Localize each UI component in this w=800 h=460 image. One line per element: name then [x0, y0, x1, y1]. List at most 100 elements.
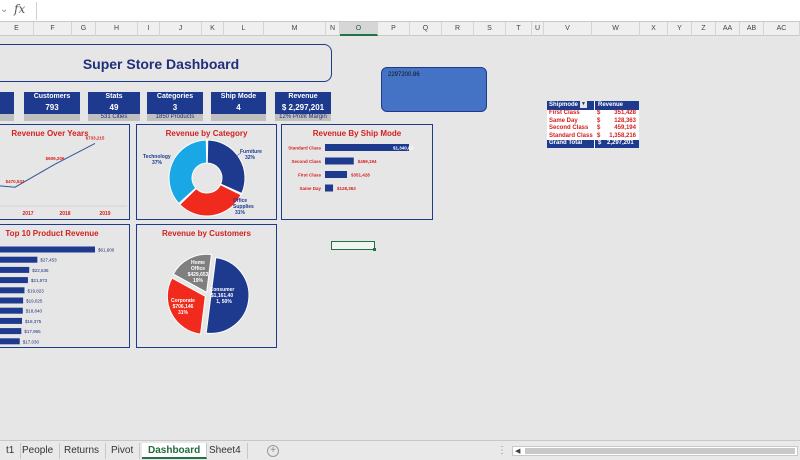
shipmode-data-label: $1,340,83	[393, 146, 414, 151]
pivot-row-label: Same Day	[549, 117, 578, 124]
column-header-z[interactable]: Z	[692, 22, 716, 36]
label-consumer-pct: 1, 50%	[216, 299, 232, 305]
revenue-shipmode-panel[interactable]: Revenue By Ship Mode Standard Class $1,34…	[281, 124, 433, 220]
revenue-value-box[interactable]: 2297200.86	[381, 67, 487, 112]
insert-function-icon[interactable]: fx	[14, 2, 25, 16]
shipmode-bar	[325, 157, 354, 165]
kpi-stats[interactable]: Stats 49 531 Cities	[88, 92, 140, 121]
sheet-tab-returns[interactable]: Returns	[58, 443, 107, 459]
kpi-sub: 12% Profit Margin	[275, 114, 331, 121]
add-sheet-icon[interactable]: +	[267, 445, 279, 457]
sheet-tab-sheet4[interactable]: Sheet4	[203, 443, 248, 459]
column-header-j[interactable]: J	[160, 22, 202, 36]
kpi-value: 3	[147, 102, 203, 114]
column-header-w[interactable]: W	[592, 22, 640, 36]
column-header-t[interactable]: T	[506, 22, 532, 36]
column-header-p[interactable]: P	[378, 22, 410, 36]
kpi-sub: 1850 Products	[147, 114, 203, 121]
formula-cancel-icon[interactable]: ⌄	[0, 4, 8, 15]
pivot-total-label: Grand Total	[549, 140, 583, 146]
sheet-tab-people[interactable]: People	[16, 443, 61, 459]
column-header-k[interactable]: K	[202, 22, 224, 36]
shipmode-category-label: Standard Class	[288, 146, 321, 151]
column-header-q[interactable]: Q	[410, 22, 442, 36]
column-header-v[interactable]: V	[544, 22, 592, 36]
column-headers: E F G H I J K L M N O P Q R S T U V W X Y Z AA AB AC	[0, 22, 800, 36]
sheet-tab-pivot[interactable]: Pivot	[105, 443, 141, 459]
top10-bar	[0, 256, 38, 263]
scroll-divider-icon[interactable]: ⋮	[497, 445, 507, 456]
formula-bar: ⌄ fx	[0, 0, 800, 22]
column-header-h[interactable]: H	[96, 22, 138, 36]
top10-data-label: $18,375	[25, 319, 42, 324]
filter-dropdown-icon[interactable]: ▼	[580, 101, 588, 108]
column-header-ab[interactable]: AB	[740, 22, 764, 36]
sheet-tab-dashboard[interactable]: Dashboard	[142, 443, 208, 459]
revenue-customers-chart: Consumer $1,161,40 1, 50% Corporate $706…	[166, 253, 250, 335]
sheet-grid[interactable]: Super Store Dashboard Customers 793 Stat…	[0, 36, 800, 440]
pivot-row: Same Day $128,363	[547, 117, 639, 125]
kpi-title: Stats	[88, 92, 140, 102]
top10-data-label: $17,030	[23, 339, 40, 344]
column-header-n[interactable]: N	[326, 22, 340, 36]
kpi-revenue[interactable]: Revenue $ 2,297,201 12% Profit Margin	[275, 92, 331, 121]
horizontal-scrollbar[interactable]: ◀	[512, 446, 798, 456]
formula-input[interactable]	[37, 2, 800, 20]
kpi-customers[interactable]: Customers 793	[24, 92, 80, 121]
kpi-shipmode[interactable]: Ship Mode 4	[211, 92, 266, 121]
pivot-row-currency: $	[597, 125, 601, 131]
shipmode-category-label: Second Class	[291, 159, 321, 164]
column-header-x[interactable]: X	[640, 22, 668, 36]
top10-data-label: $19,823	[27, 288, 44, 293]
kpi-sub	[24, 114, 80, 121]
revenue-customers-panel[interactable]: Revenue by Customers Consumer $1,161,40 …	[136, 224, 277, 348]
shipmode-bar	[325, 171, 348, 178]
kpi-partial[interactable]	[0, 92, 14, 121]
pivot-total-row: Grand Total $2,297,201	[547, 140, 639, 148]
revenue-category-panel[interactable]: Revenue by Category Furniture 32% Office…	[136, 124, 277, 220]
top10-panel[interactable]: Top 10 Product Revenue $61,600 $27,453 $22…	[0, 224, 130, 348]
column-header-o[interactable]: O	[340, 22, 378, 36]
column-header-u[interactable]: U	[532, 22, 544, 36]
column-header-l[interactable]: L	[224, 22, 264, 36]
top10-data-label: $18,840	[26, 309, 43, 314]
scrollbar-thumb[interactable]	[525, 448, 795, 454]
column-header-s[interactable]: S	[474, 22, 506, 36]
revenue-years-panel[interactable]: Revenue Over Years $470,533 $609,206 $733,…	[0, 124, 130, 220]
scroll-left-icon[interactable]: ◀	[515, 447, 520, 456]
pivot-header-revenue: Revenue	[594, 101, 639, 110]
shipmode-category-label: Same Day	[299, 186, 321, 191]
revenue-years-chart: $470,533 $609,206 $733,215 2017 2018 2019	[0, 135, 127, 217]
pivot-row-label: Standard Class	[549, 132, 593, 139]
kpi-categories[interactable]: Categories 3 1850 Products	[147, 92, 203, 121]
top10-data-label: $61,600	[98, 248, 115, 253]
column-header-i[interactable]: I	[138, 22, 160, 36]
pivot-row-value: 351,428	[614, 110, 636, 116]
selected-cell[interactable]	[331, 241, 375, 250]
kpi-title: Ship Mode	[211, 92, 266, 102]
column-header-g[interactable]: G	[72, 22, 96, 36]
top10-chart: $61,600 $27,453 $22,638 $21,873 $19,823 $19,0…	[0, 246, 115, 345]
kpi-value: 49	[88, 102, 140, 114]
column-header-e[interactable]: E	[0, 22, 34, 36]
revenue-category-chart: Furniture 32% Office Supplies 31% Techno…	[143, 139, 262, 217]
pivot-row-value: 1,358,216	[609, 132, 636, 139]
column-header-y[interactable]: Y	[668, 22, 692, 36]
column-header-ac[interactable]: AC	[764, 22, 800, 36]
pivot-total-currency: $	[598, 140, 602, 146]
kpi-title: Customers	[24, 92, 80, 102]
pivot-row-currency: $	[597, 110, 601, 116]
shipmode-bar	[325, 184, 334, 192]
top10-bar	[0, 328, 22, 335]
column-header-m[interactable]: M	[264, 22, 326, 36]
column-header-f[interactable]: F	[34, 22, 72, 36]
column-header-r[interactable]: R	[442, 22, 474, 36]
top10-bar	[0, 317, 23, 324]
top10-bar	[0, 307, 23, 314]
fill-handle[interactable]	[373, 248, 376, 251]
pivot-total-value: 2,297,201	[607, 140, 634, 146]
dashboard-title-box[interactable]: Super Store Dashboard	[0, 44, 332, 82]
pivot-row: First Class $351,428	[547, 110, 639, 118]
pivot-table[interactable]: Shipmode ▼ Revenue First Class $351,428 Sam…	[547, 101, 639, 148]
column-header-aa[interactable]: AA	[716, 22, 740, 36]
